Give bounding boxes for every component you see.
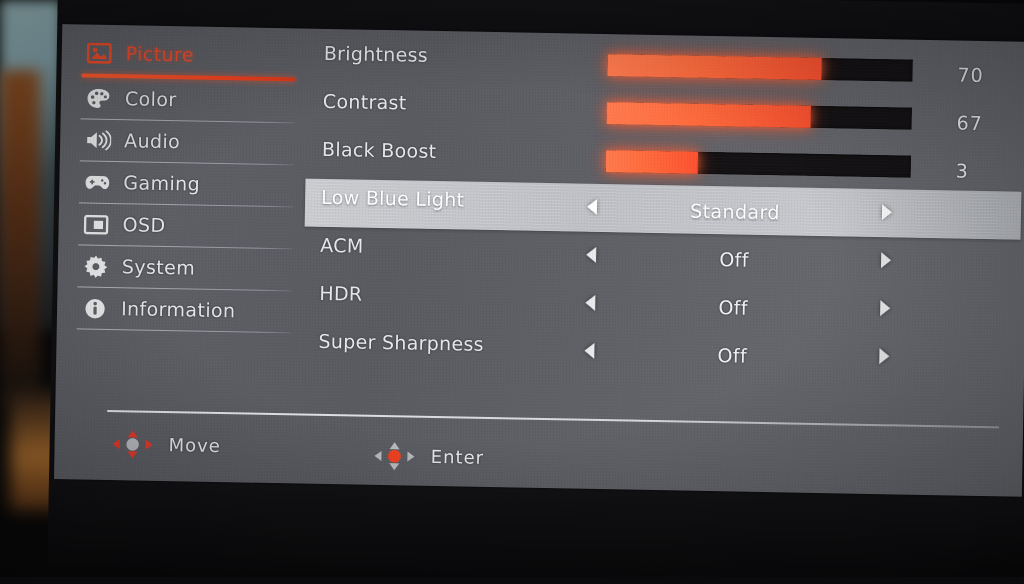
black-boost-value: 3 [955,160,970,183]
sidebar-item-label: Information [120,297,236,322]
screen-bottom-dark-area [47,479,1024,584]
slider-fill [605,150,698,174]
super-sharpness-value: Off [717,345,748,368]
sidebar-item-gaming[interactable]: Gaming [77,161,296,206]
chevron-left-icon[interactable] [583,294,599,312]
setting-label: Black Boost [321,138,437,163]
osd-panel-icon [82,212,109,236]
hdr-value: Off [718,297,749,320]
slider-fill [607,54,822,80]
sidebar-item-information[interactable]: Information [75,287,294,332]
chevron-right-icon[interactable] [877,347,893,365]
hint-move-label: Move [168,434,222,457]
chevron-right-icon[interactable] [879,251,895,269]
osd-menu-panel: Picture Color Audio Gaming OSD System In… [53,24,1024,497]
chevron-left-icon[interactable] [582,342,598,360]
chevron-right-icon[interactable] [878,299,894,317]
brightness-slider[interactable] [607,54,913,82]
setting-label: ACM [320,234,364,258]
setting-label: Super Sharpness [318,330,485,356]
acm-value: Off [719,249,750,272]
osd-sidebar: Picture Color Audio Gaming OSD System In… [75,32,298,334]
black-boost-slider[interactable] [605,150,912,178]
sidebar-item-label: OSD [122,213,166,237]
sidebar-item-label: Color [124,87,177,111]
sidebar-item-label: System [121,255,196,280]
hint-move[interactable]: Move [110,429,221,461]
setting-label: Brightness [323,42,429,67]
hint-enter[interactable]: Enter [372,441,484,473]
setting-label: Low Blue Light [320,186,465,212]
sidebar-item-picture[interactable]: Picture [79,32,298,77]
info-circle-icon [81,296,108,320]
setting-label: HDR [319,282,363,306]
sidebar-item-label: Picture [125,42,195,67]
background-furniture [0,70,40,410]
slider-fill [606,102,812,128]
monitor-screen: Picture Color Audio Gaming OSD System In… [47,0,1024,584]
chevron-left-icon[interactable] [584,246,600,264]
palette-icon [85,86,112,110]
brightness-value: 70 [957,64,984,87]
speaker-icon [84,128,111,152]
sidebar-item-label: Gaming [123,171,201,196]
sidebar-item-label: Audio [123,129,181,153]
sidebar-item-audio[interactable]: Audio [78,119,297,164]
dpad-enter-icon [372,441,417,472]
gamepad-icon [83,170,110,194]
setting-label: Contrast [322,90,407,115]
contrast-value: 67 [956,112,984,135]
contrast-slider[interactable] [606,102,912,130]
sidebar-item-color[interactable]: Color [79,77,298,122]
hint-enter-label: Enter [430,446,485,469]
gear-icon [82,254,109,278]
sidebar-item-system[interactable]: System [75,245,294,290]
dpad-move-icon [110,429,155,460]
chevron-left-icon[interactable] [585,198,601,216]
picture-icon [86,41,113,65]
chevron-right-icon[interactable] [880,203,896,221]
sidebar-item-osd[interactable]: OSD [76,203,295,248]
low-blue-light-value: Standard [689,200,780,225]
